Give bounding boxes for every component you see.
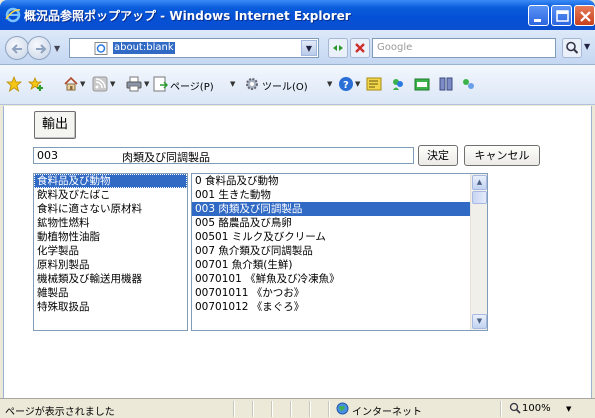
status-divider [271, 401, 272, 417]
messenger-icon[interactable] [390, 76, 406, 92]
search-input[interactable]: Google [372, 38, 556, 58]
close-button[interactable] [574, 5, 595, 26]
window-title: 概況品参照ポップアップ - Windows Internet Explorer [24, 9, 351, 23]
page-menu-icon[interactable] [152, 76, 168, 92]
calendar-icon[interactable] [414, 76, 430, 92]
page-menu-dropdown-icon[interactable]: ▼ [230, 80, 235, 88]
feeds-dropdown-icon[interactable]: ▼ [110, 80, 115, 88]
zoom-level[interactable]: 100% [522, 403, 551, 414]
status-message: ページが表示されました [5, 407, 115, 418]
status-divider [290, 401, 291, 417]
forward-button[interactable] [27, 36, 51, 60]
maximize-icon [556, 10, 569, 22]
cancel-button[interactable]: キャンセル [464, 145, 540, 166]
category-list[interactable]: 食料品及び動物 飲料及びたばこ 食料に適さない原材料 鉱物性燃料 動植物性油脂 … [33, 173, 188, 331]
category-item[interactable]: 食料に適さない原材料 [34, 202, 187, 216]
export-button[interactable]: 輸出 [34, 111, 76, 139]
category-item[interactable]: 特殊取扱品 [34, 300, 187, 314]
list-item[interactable]: 001 生きた動物 [192, 188, 487, 202]
minimize-button[interactable] [528, 5, 549, 26]
tools-menu-dropdown-icon[interactable]: ▼ [327, 80, 332, 88]
address-field[interactable]: about:blank ▼ [69, 38, 319, 58]
minimize-icon [534, 19, 541, 22]
address-dropdown-icon[interactable]: ▼ [301, 40, 317, 56]
tools-gear-icon[interactable] [244, 76, 260, 92]
print-icon[interactable] [126, 76, 142, 92]
category-item[interactable]: 鉱物性燃料 [34, 216, 187, 230]
category-item[interactable]: 動植物性油脂 [34, 230, 187, 244]
list-item[interactable]: 0 食料品及び動物 [192, 174, 487, 188]
title-bar: 概況品参照ポップアップ - Windows Internet Explorer [0, 0, 595, 30]
status-divider [252, 401, 253, 417]
category-item[interactable]: 原料別製品 [34, 258, 187, 272]
security-zone[interactable]: インターネット [352, 403, 422, 418]
category-item[interactable]: 機械類及び輸送用機器 [34, 272, 187, 286]
refresh-icon[interactable] [328, 38, 348, 58]
list-item[interactable]: 00701011 《かつお》 [192, 286, 487, 300]
help-dropdown-icon[interactable]: ▼ [355, 80, 360, 88]
scroll-up-icon[interactable]: ▲ [472, 175, 487, 190]
search-icon[interactable] [562, 38, 582, 58]
command-bar: ▼ ▼ ▼ ページ(P) ▼ ツール(O) ▼ ? ▼ [0, 65, 595, 105]
home-icon[interactable] [63, 76, 79, 92]
item-list[interactable]: 0 食料品及び動物 001 生きた動物 003 肉類及び同調製品 005 酪農品… [191, 173, 488, 331]
selected-name: 肉類及び同調製品 [122, 151, 210, 164]
category-item[interactable]: 雑製品 [34, 286, 187, 300]
search-dropdown-icon[interactable]: ▼ [584, 42, 590, 51]
extension-icon[interactable] [460, 76, 476, 92]
list-item[interactable]: 0070101 《鮮魚及び冷凍魚》 [192, 272, 487, 286]
category-item[interactable]: 食料品及び動物 [34, 174, 187, 188]
status-bar: ページが表示されました インターネット 100% ▼ [0, 398, 595, 418]
status-divider [328, 401, 329, 417]
page-menu[interactable]: ページ(P) [170, 78, 214, 93]
list-item[interactable]: 005 酪農品及び鳥卵 [192, 216, 487, 230]
category-item[interactable]: 飲料及びたばこ [34, 188, 187, 202]
item-list-scrollbar[interactable]: ▲ ▼ [470, 174, 487, 330]
ok-button[interactable]: 決定 [418, 145, 458, 166]
list-item[interactable]: 00701012 《まぐろ》 [192, 300, 487, 314]
forward-arrow-icon [36, 44, 47, 54]
back-arrow-icon [11, 44, 22, 54]
page-content: 輸出 003 肉類及び同調製品 決定 キャンセル 食料品及び動物 飲料及びたばこ… [3, 106, 592, 398]
list-item[interactable]: 007 魚介類及び同調製品 [192, 244, 487, 258]
selected-item-field[interactable]: 003 肉類及び同調製品 [33, 147, 414, 164]
list-item[interactable]: 00501 ミルク及びクリーム [192, 230, 487, 244]
address-toolbar: ▼ about:blank ▼ Google ▼ [0, 30, 595, 65]
list-item[interactable]: 00701 魚介類(生鮮) [192, 258, 487, 272]
feeds-icon[interactable] [92, 76, 108, 92]
zoom-icon[interactable] [509, 402, 521, 414]
globe-icon [336, 402, 349, 415]
scroll-thumb[interactable] [472, 191, 487, 204]
bookmarks-icon[interactable] [438, 76, 454, 92]
favorites-star-icon[interactable] [6, 76, 22, 92]
status-divider [309, 401, 310, 417]
research-icon[interactable] [366, 76, 382, 92]
address-url: about:blank [113, 42, 175, 54]
category-item[interactable]: 化学製品 [34, 244, 187, 258]
close-icon [580, 11, 591, 22]
list-item[interactable]: 003 肉類及び同調製品 [192, 202, 487, 216]
back-button[interactable] [5, 36, 29, 60]
print-dropdown-icon[interactable]: ▼ [144, 80, 149, 88]
status-divider [500, 401, 501, 417]
scroll-down-icon[interactable]: ▼ [472, 314, 487, 329]
selected-code: 003 [37, 149, 58, 162]
stop-icon[interactable] [350, 38, 370, 58]
add-favorites-icon[interactable] [28, 76, 44, 92]
ie-logo-icon [5, 7, 21, 23]
status-divider [233, 401, 234, 417]
history-dropdown-icon[interactable]: ▼ [54, 44, 62, 53]
help-icon[interactable]: ? [338, 76, 354, 92]
tools-menu[interactable]: ツール(O) [262, 78, 308, 93]
svg-text:?: ? [343, 80, 349, 91]
maximize-button[interactable] [551, 5, 572, 26]
home-dropdown-icon[interactable]: ▼ [80, 80, 85, 88]
zoom-dropdown-icon[interactable]: ▼ [566, 405, 571, 413]
page-icon [94, 42, 108, 55]
search-placeholder: Google [377, 42, 413, 53]
